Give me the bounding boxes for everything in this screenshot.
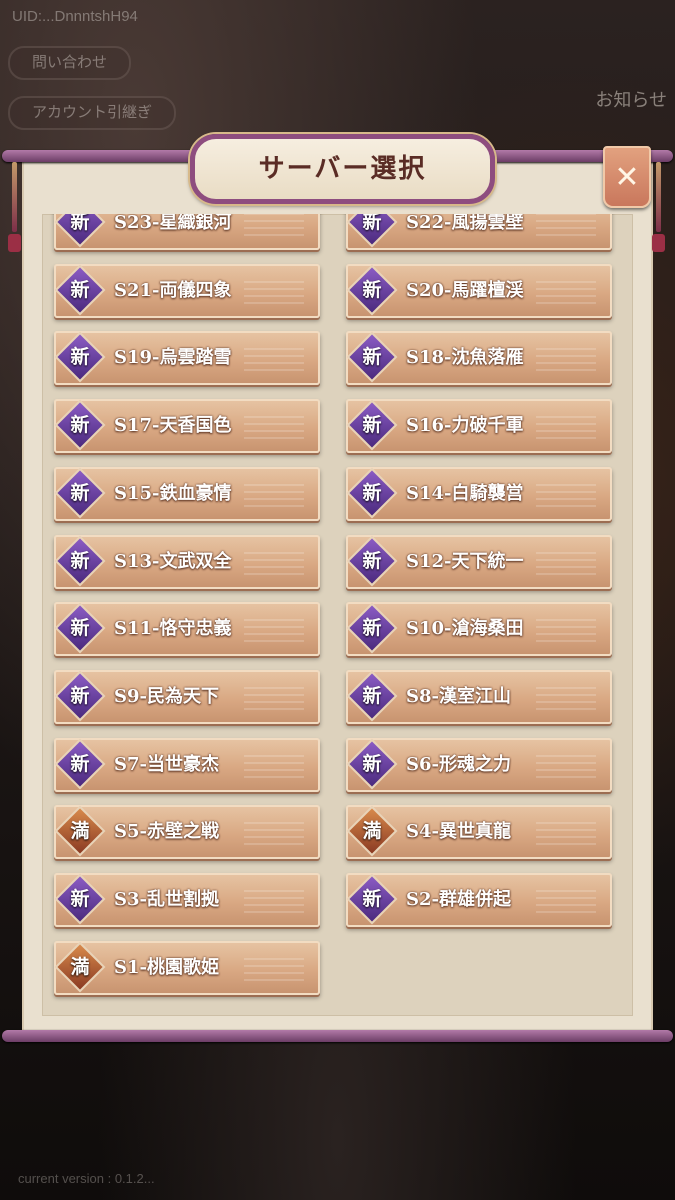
server-name: S10-滄海桑田 [406,618,524,640]
server-button[interactable]: 新 S6-形魂之力 [346,737,612,792]
server-button[interactable]: 満 S4-異世真龍 [346,805,612,860]
server-name: S1-桃園歌姫 [114,956,219,978]
server-button[interactable]: 新 S2-群雄併起 [346,873,612,927]
server-status-badge: 満 [70,955,90,978]
server-name: S21-両儀四象 [114,279,232,301]
tassel-left [8,162,21,252]
dialog-title: サーバー選択 [258,154,427,184]
server-name: S11-恪守忠義 [114,618,232,640]
server-status-badge: 新 [70,888,90,910]
server-status-badge: 新 [70,684,90,707]
server-status-badge: 新 [70,346,90,369]
server-status-badge: 新 [70,752,90,775]
server-status-badge: 新 [70,617,90,640]
server-name: S3-乱世割拠 [114,889,219,910]
server-status-badge: 新 [362,684,382,707]
server-button[interactable]: 新 S15-鉄血豪情 [54,466,320,521]
server-name: S13-文武双全 [114,550,232,572]
server-button[interactable]: 新 S19-烏雲踏雪 [54,331,320,386]
server-status-badge: 新 [70,481,90,504]
close-button[interactable]: ✕ [603,146,651,208]
server-name: S12-天下統一 [406,550,524,572]
server-name: S8-漢室江山 [406,685,511,707]
server-button[interactable]: 新 S3-乱世割拠 [54,873,320,927]
server-name: S2-群雄併起 [406,889,511,910]
server-name: S18-沈魚落雁 [406,347,524,369]
server-button[interactable]: 新 S12-天下統一 [346,534,612,589]
server-name: S7-当世豪杰 [114,753,219,775]
server-status-badge: 新 [70,278,90,301]
server-name: S20-馬躍檀渓 [406,279,524,301]
server-status-badge: 新 [362,214,382,233]
uid-label: UID:...DnnntshH94 [12,8,138,25]
inquiry-button: 問い合わせ [8,46,132,80]
server-name: S22-風揚雲壁 [406,214,524,233]
server-status-badge: 新 [362,346,382,369]
server-button[interactable]: 新 S23-星織銀河 [54,214,320,250]
server-button[interactable]: 新 S22-風揚雲壁 [346,214,612,250]
server-button[interactable]: 新 S7-当世豪杰 [54,737,320,792]
server-button[interactable]: 新 S9-民為天下 [54,669,320,724]
server-status-badge: 満 [70,820,90,843]
server-status-badge: 新 [362,888,382,910]
server-name: S23-星織銀河 [114,214,232,233]
server-name: S4-異世真龍 [406,821,511,843]
server-button[interactable]: 新 S17-天香国色 [54,399,320,454]
dialog-title-plate: サーバー選択 [190,134,495,204]
server-status-badge: 新 [362,549,382,572]
server-button[interactable]: 新 S18-沈魚落雁 [346,331,612,386]
server-button[interactable]: 新 S16-力破千軍 [346,399,612,454]
server-name: S5-赤壁之戦 [114,821,219,843]
server-status-badge: 新 [362,752,382,775]
server-list[interactable]: 新 S23-星織銀河新 S22-風揚雲壁新 S21-両儀四象新 S20-馬躍檀渓新 S19… [42,214,633,1016]
scroll-rod-bottom [2,1030,673,1042]
server-button[interactable]: 満 S1-桃園歌姫 [54,940,320,995]
server-button[interactable]: 新 S13-文武双全 [54,534,320,589]
tassel-right [652,162,665,252]
server-button[interactable]: 新 S21-両儀四象 [54,263,320,318]
server-name: S17-天香国色 [114,415,232,437]
server-status-badge: 満 [362,820,382,843]
notice-label: お知らせ [595,90,667,110]
close-x-icon: ✕ [614,159,640,195]
server-name: S19-烏雲踏雪 [114,347,232,369]
server-status-badge: 新 [362,278,382,301]
server-status-badge: 新 [362,617,382,640]
server-button[interactable]: 新 S20-馬躍檀渓 [346,263,612,318]
server-status-badge: 新 [362,414,382,437]
server-button[interactable]: 新 S11-恪守忠義 [54,602,320,657]
server-name: S14-白騎襲営 [406,482,524,504]
server-button[interactable]: 満 S5-赤壁之戦 [54,805,320,860]
server-status-badge: 新 [70,549,90,572]
server-status-badge: 新 [70,214,90,233]
server-button[interactable]: 新 S8-漢室江山 [346,669,612,724]
server-status-badge: 新 [362,481,382,504]
server-button[interactable]: 新 S14-白騎襲営 [346,466,612,521]
account-transfer-button: アカウント引継ぎ [8,96,177,130]
server-name: S16-力破千軍 [406,415,524,437]
server-name: S15-鉄血豪情 [114,482,232,504]
server-name: S9-民為天下 [114,685,219,707]
version-label: current version : 0.1.2... [18,1171,155,1186]
server-name: S6-形魂之力 [406,753,511,775]
server-button[interactable]: 新 S10-滄海桑田 [346,602,612,657]
server-status-badge: 新 [70,414,90,437]
